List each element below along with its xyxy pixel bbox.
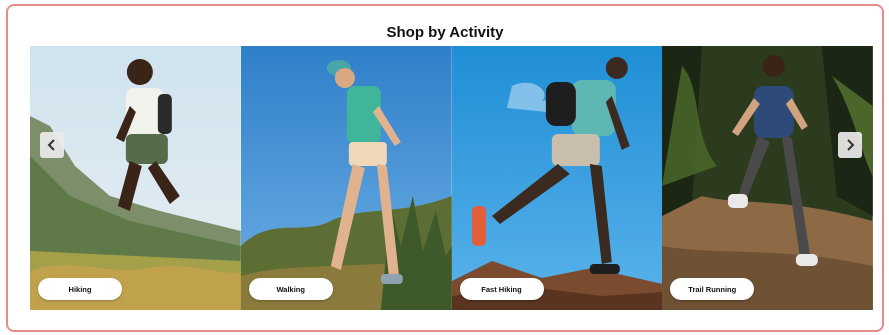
carousel-next-button[interactable]	[838, 132, 862, 158]
walking-photo	[240, 46, 452, 310]
carousel-prev-button[interactable]	[40, 132, 64, 158]
hiking-button[interactable]: Hiking	[38, 278, 122, 300]
fast-hiking-button[interactable]: Fast Hiking	[459, 278, 544, 300]
chevron-left-icon	[47, 139, 55, 151]
activity-card-hiking[interactable]: Hiking	[30, 46, 241, 310]
trail-running-photo	[662, 46, 873, 310]
activity-card-trail-running[interactable]: Trail Running	[662, 46, 873, 310]
activity-carousel: Hiking Walking Fast Hiking Trail Running	[30, 46, 873, 310]
walking-button[interactable]: Walking	[248, 278, 333, 300]
hiking-photo	[30, 46, 241, 310]
section-title: Shop by Activity	[386, 24, 504, 41]
activity-card-walking[interactable]: Walking	[240, 46, 452, 310]
chevron-right-icon	[847, 139, 855, 151]
trail-running-button[interactable]: Trail Running	[670, 278, 755, 300]
fast-hiking-photo	[451, 46, 663, 310]
activity-card-fast-hiking[interactable]: Fast Hiking	[451, 46, 663, 310]
